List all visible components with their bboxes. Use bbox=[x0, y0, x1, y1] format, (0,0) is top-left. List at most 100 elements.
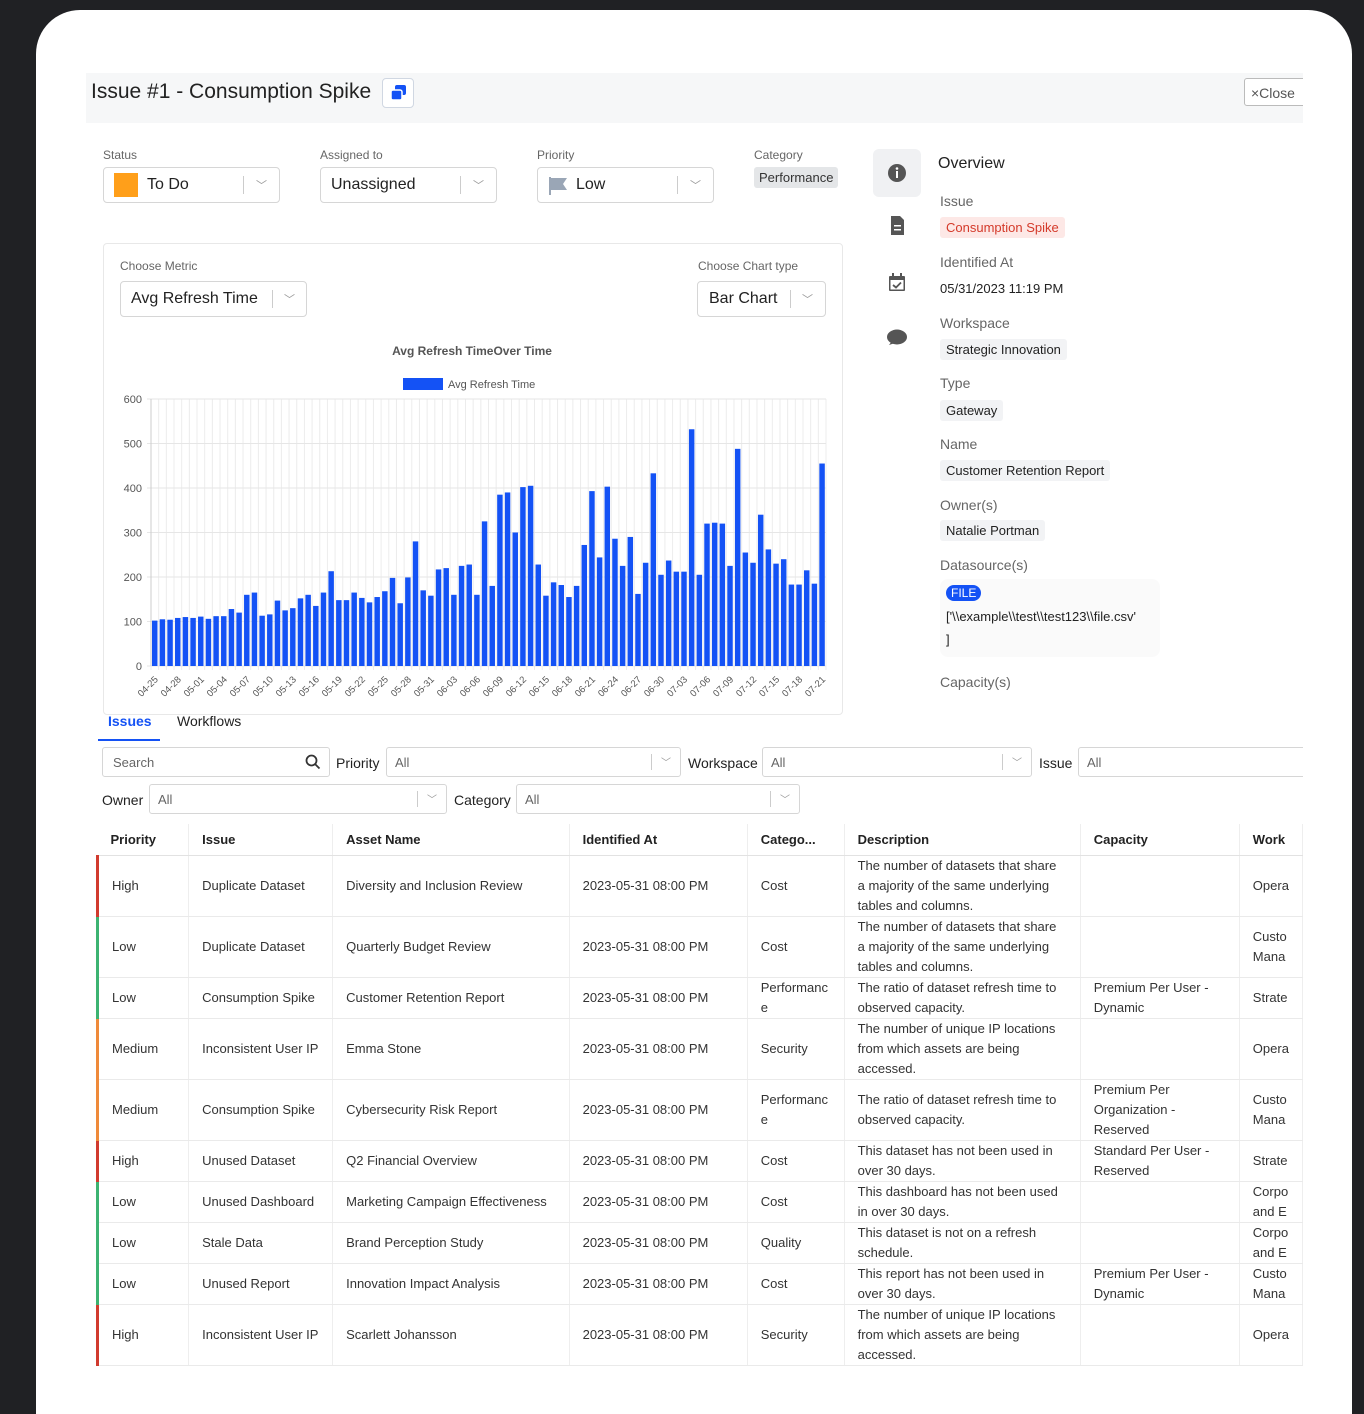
tab-issues[interactable]: Issues bbox=[108, 713, 152, 729]
chart-bar[interactable] bbox=[221, 616, 227, 666]
chart-bar[interactable] bbox=[566, 597, 572, 666]
column-header-capacity[interactable]: Capacity bbox=[1080, 824, 1240, 856]
owner-filter-select[interactable]: All ﹀ bbox=[149, 784, 447, 814]
chart-bar[interactable] bbox=[336, 600, 342, 666]
chart-bar[interactable] bbox=[742, 552, 749, 666]
chart-bar[interactable] bbox=[489, 585, 495, 666]
chart-bar[interactable] bbox=[504, 492, 511, 666]
table-row[interactable]: Medium Consumption Spike Cybersecurity Ris… bbox=[95, 1079, 1303, 1141]
issue-filter-select[interactable]: All bbox=[1078, 747, 1303, 777]
priority-filter-select[interactable]: All ﹀ bbox=[386, 747, 681, 777]
chart-bar[interactable] bbox=[535, 564, 541, 666]
table-row[interactable]: High Unused Dataset Q2 Financial Overview 2… bbox=[95, 1140, 1303, 1182]
chart-bar[interactable] bbox=[451, 594, 457, 666]
chart-bar[interactable] bbox=[313, 605, 319, 666]
column-header-workspace[interactable]: Work bbox=[1239, 824, 1303, 856]
table-row[interactable]: Low Unused Dashboard Marketing Campaign Ef… bbox=[95, 1181, 1303, 1223]
chart-bar[interactable] bbox=[596, 557, 603, 666]
chart-bar[interactable] bbox=[182, 617, 189, 666]
chart-bar[interactable] bbox=[696, 574, 703, 666]
chart-bar[interactable] bbox=[428, 595, 434, 666]
chart-bar[interactable] bbox=[589, 491, 595, 666]
comments-tab[interactable] bbox=[873, 313, 921, 361]
chart-bar[interactable] bbox=[612, 538, 618, 666]
chart-bar[interactable] bbox=[719, 523, 726, 666]
chart-bar[interactable] bbox=[780, 559, 787, 666]
chart-bar[interactable] bbox=[811, 583, 818, 666]
chart-bar[interactable] bbox=[366, 602, 373, 666]
chart-bar[interactable] bbox=[803, 570, 810, 666]
chart-bar[interactable] bbox=[343, 600, 350, 666]
column-header-identified-at[interactable]: Identified At bbox=[569, 824, 748, 856]
chart-bar[interactable] bbox=[750, 562, 756, 666]
chart-bar[interactable] bbox=[550, 582, 557, 666]
chart-bar[interactable] bbox=[635, 593, 641, 666]
info-tab[interactable] bbox=[873, 149, 921, 197]
chart-bar[interactable] bbox=[374, 597, 380, 666]
chart-bar[interactable] bbox=[765, 549, 772, 666]
chart-bar[interactable] bbox=[397, 603, 403, 666]
chart-bar[interactable] bbox=[819, 463, 825, 666]
chart-bar[interactable] bbox=[458, 565, 465, 666]
search-input[interactable]: Search bbox=[102, 747, 330, 777]
chart-bar[interactable] bbox=[405, 577, 411, 666]
chart-bar[interactable] bbox=[244, 594, 250, 666]
chart-bar[interactable] bbox=[382, 591, 388, 666]
chart-bar[interactable] bbox=[328, 571, 334, 666]
chart-bar[interactable] bbox=[236, 612, 242, 666]
chart-bar[interactable] bbox=[167, 619, 173, 666]
chart-bar[interactable] bbox=[282, 610, 288, 666]
chart-bar[interactable] bbox=[466, 564, 472, 666]
close-button[interactable]: ×Close bbox=[1244, 78, 1303, 106]
table-row[interactable]: Low Duplicate Dataset Quarterly Budget Rev… bbox=[95, 916, 1303, 978]
column-header-category[interactable]: Catego... bbox=[747, 824, 845, 856]
chart-bar[interactable] bbox=[665, 560, 672, 666]
calendar-tab[interactable] bbox=[873, 259, 921, 307]
copy-button[interactable] bbox=[382, 78, 414, 108]
chart-bar[interactable] bbox=[734, 448, 741, 666]
chart-bar[interactable] bbox=[681, 571, 687, 666]
chart-bar[interactable] bbox=[320, 592, 327, 666]
chart-bar[interactable] bbox=[581, 544, 588, 666]
chart-bar[interactable] bbox=[604, 486, 611, 666]
assigned-select[interactable]: Unassigned ﹀ bbox=[320, 167, 497, 203]
table-row[interactable]: Low Unused Report Innovation Impact Analys… bbox=[95, 1263, 1303, 1305]
chart-bar[interactable] bbox=[573, 585, 580, 666]
priority-select[interactable]: Low ﹀ bbox=[537, 167, 714, 203]
chart-bar[interactable] bbox=[159, 619, 166, 666]
chart-bar[interactable] bbox=[297, 598, 304, 666]
column-header-issue[interactable]: Issue bbox=[188, 824, 334, 856]
chart-bar[interactable] bbox=[711, 522, 718, 666]
chart-bar[interactable] bbox=[727, 565, 733, 666]
chart-bar[interactable] bbox=[274, 600, 281, 666]
chart-bar[interactable] bbox=[412, 541, 419, 666]
chart-bar[interactable] bbox=[788, 584, 795, 666]
chart-bar[interactable] bbox=[205, 618, 212, 666]
chart-bar[interactable] bbox=[175, 617, 181, 666]
column-header-description[interactable]: Description bbox=[844, 824, 1081, 856]
chart-bar[interactable] bbox=[198, 616, 204, 666]
chart-bar[interactable] bbox=[512, 532, 518, 667]
chart-bar[interactable] bbox=[527, 485, 534, 666]
chart-bar[interactable] bbox=[290, 608, 296, 666]
chart-bar[interactable] bbox=[543, 595, 549, 666]
chart-bar[interactable] bbox=[305, 594, 311, 666]
table-row[interactable]: Low Consumption Spike Customer Retention R… bbox=[95, 977, 1303, 1019]
document-tab[interactable] bbox=[873, 202, 921, 250]
chart-bar[interactable] bbox=[359, 597, 365, 666]
column-header-asset-name[interactable]: Asset Name bbox=[332, 824, 570, 856]
chart-bar[interactable] bbox=[673, 571, 680, 666]
chart-bar[interactable] bbox=[351, 592, 357, 666]
workspace-filter-select[interactable]: All ﹀ bbox=[762, 747, 1032, 777]
chart-bar[interactable] bbox=[497, 494, 503, 666]
chart-bar[interactable] bbox=[650, 473, 657, 666]
chart-bar[interactable] bbox=[259, 615, 265, 666]
chart-bar[interactable] bbox=[520, 487, 526, 666]
table-row[interactable]: High Inconsistent User IP Scarlett Johanss… bbox=[95, 1304, 1303, 1366]
chart-bar[interactable] bbox=[627, 536, 634, 666]
category-filter-select[interactable]: All ﹀ bbox=[516, 784, 800, 814]
status-select[interactable]: To Do ﹀ bbox=[103, 167, 280, 203]
chart-bar[interactable] bbox=[481, 521, 488, 666]
chart-bar[interactable] bbox=[435, 569, 442, 666]
chart-bar[interactable] bbox=[420, 590, 426, 666]
